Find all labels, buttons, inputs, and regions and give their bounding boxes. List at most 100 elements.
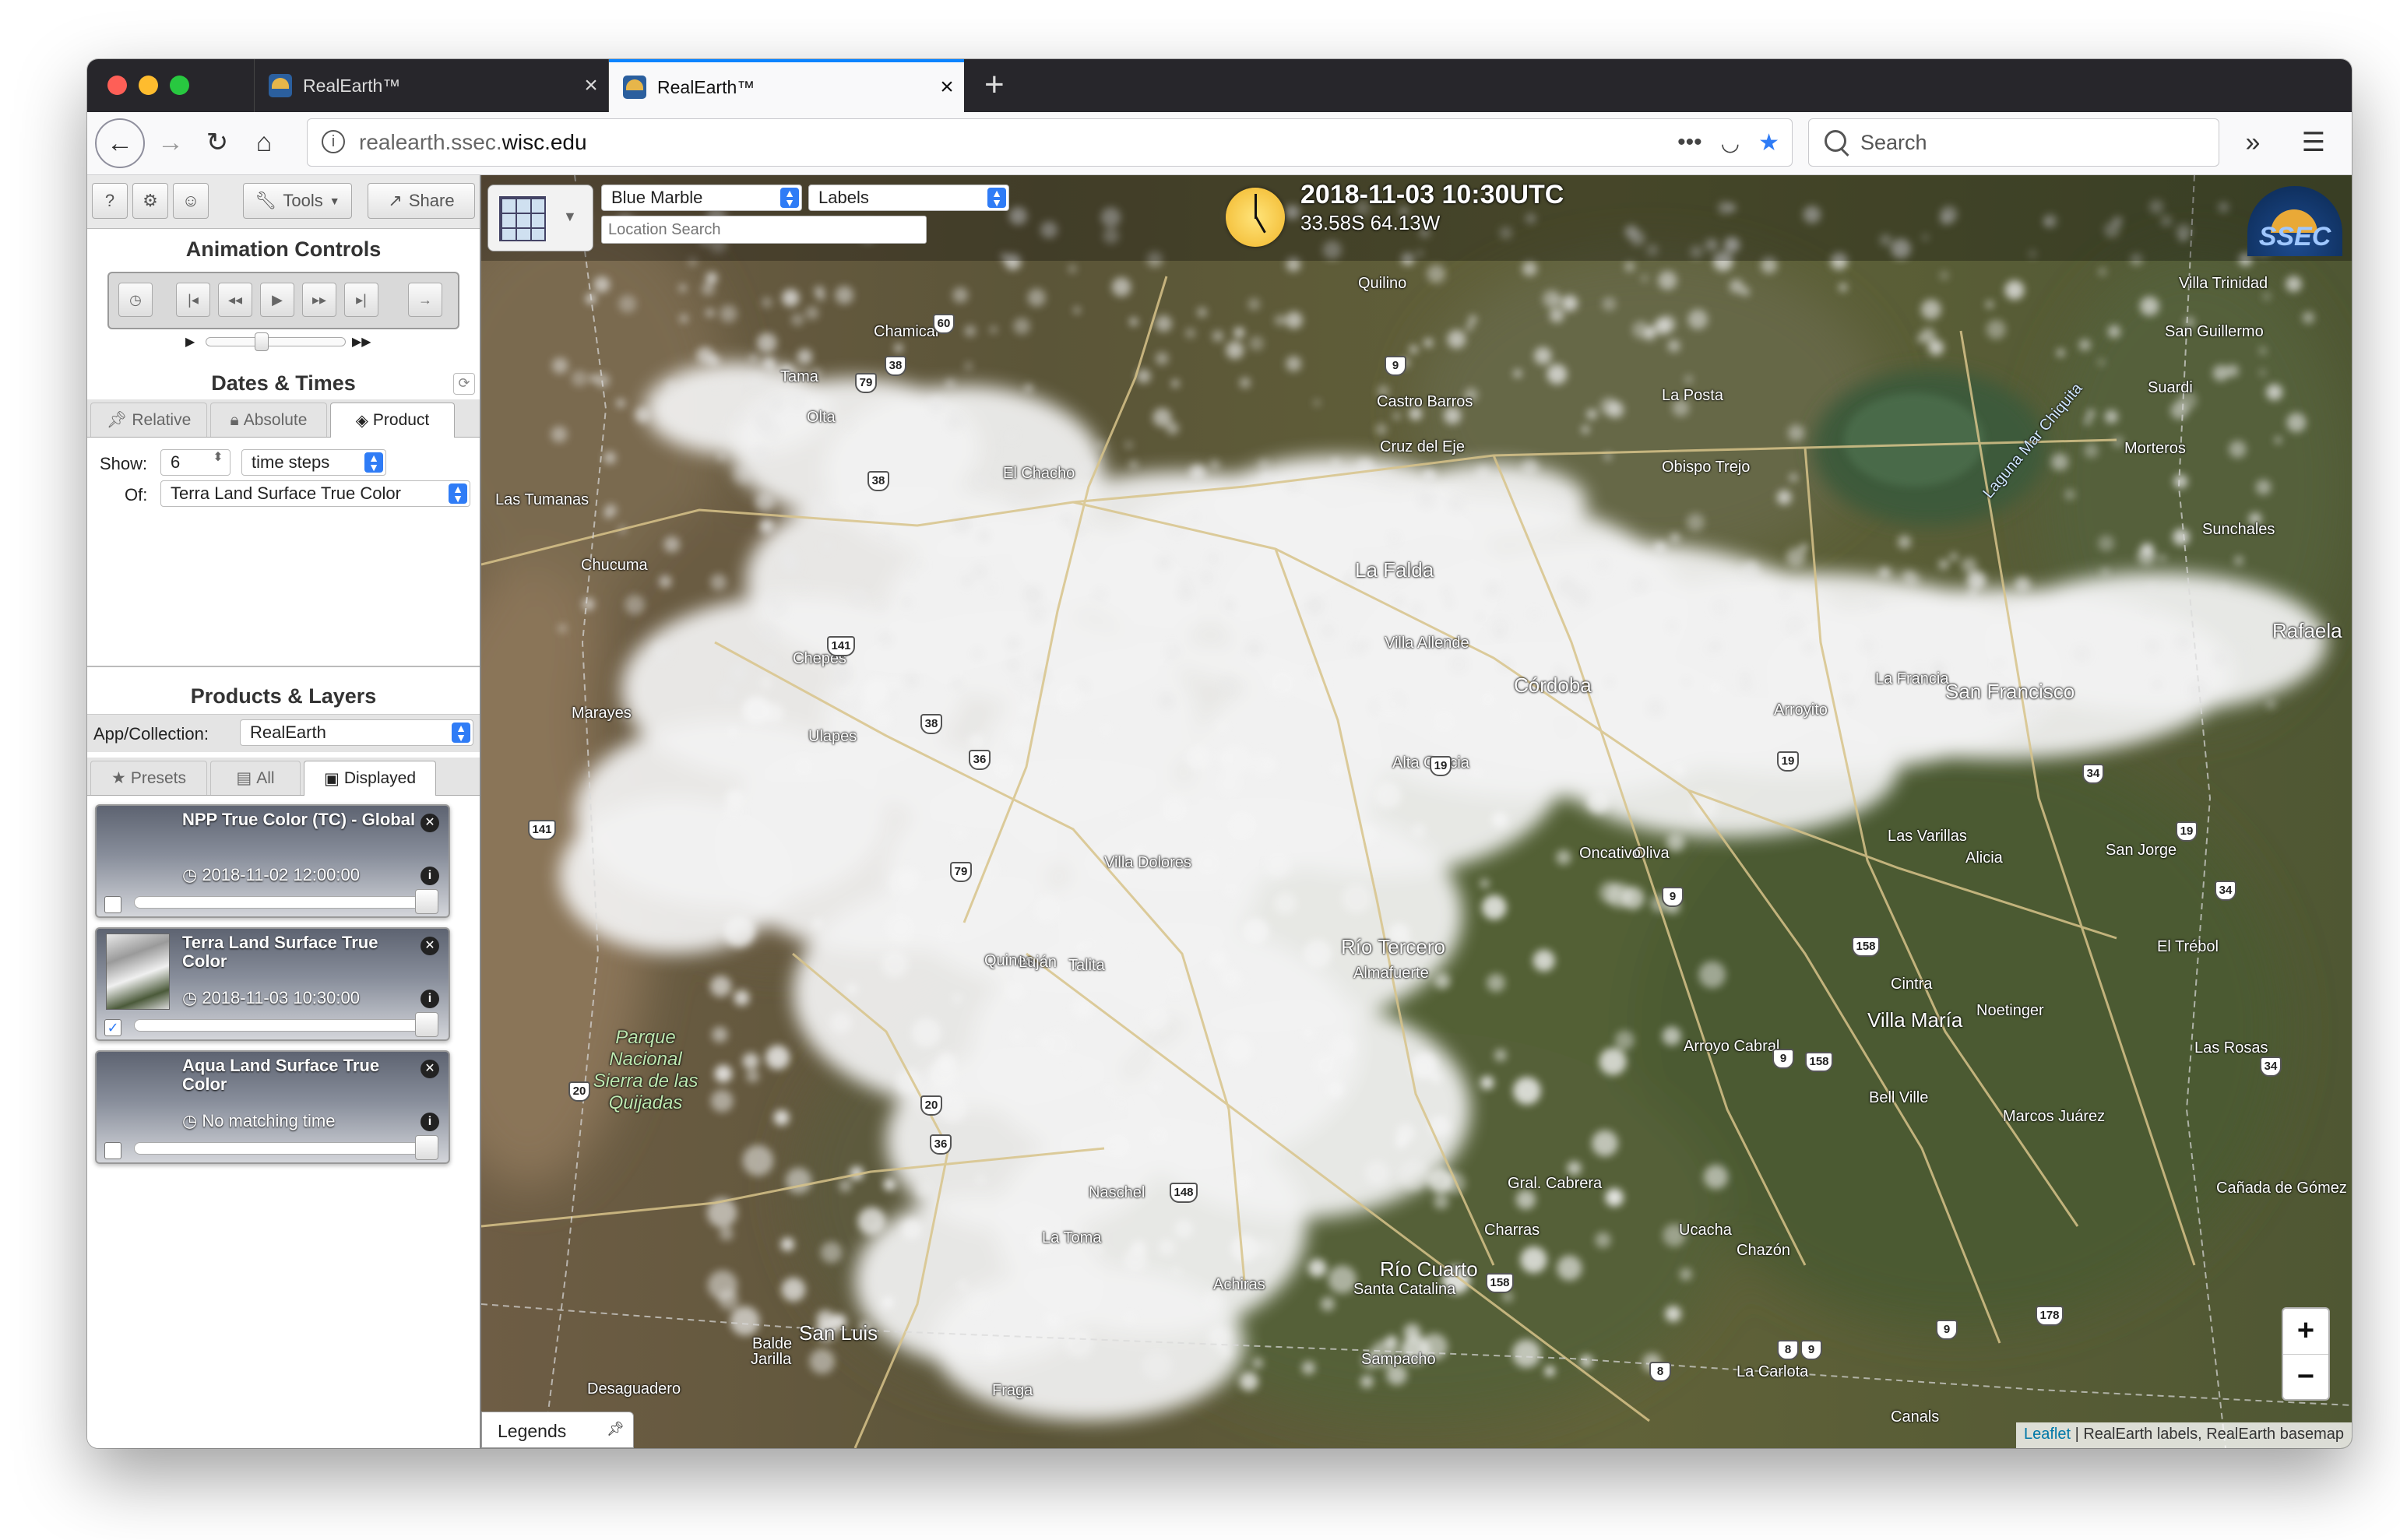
layer-visibility-checkbox[interactable] — [104, 896, 121, 913]
road-shield: 158 — [1486, 1273, 1514, 1293]
speed-slider-handle[interactable] — [254, 332, 269, 351]
map-viewport[interactable]: ▼ Blue Marble▲▼ Labels▲▼ 2018-11-03 10:3… — [481, 175, 2352, 1448]
slider-handle[interactable] — [415, 1012, 438, 1037]
zoom-window-button[interactable] — [170, 76, 189, 95]
speed-slow-icon: ▶ — [185, 336, 195, 349]
speed-slider[interactable] — [206, 332, 346, 351]
layer-opacity-slider[interactable] — [134, 1135, 438, 1160]
help-button[interactable]: ? — [92, 183, 128, 219]
stepper-icon[interactable]: ⬍ — [209, 452, 227, 473]
tab-relative[interactable]: 📌︎ Relative — [90, 403, 207, 437]
close-window-button[interactable] — [107, 76, 127, 95]
share-button[interactable]: ↗ Share — [368, 183, 475, 219]
collection-select[interactable]: RealEarth ▲ ▼ — [240, 719, 473, 746]
layer-card[interactable]: NPP True Color (TC) - Global ✕ ◷ 2018-11… — [95, 804, 450, 918]
labels-select[interactable]: Labels ▲ ▼ — [808, 185, 1009, 211]
overflow-menu-icon[interactable]: » — [2230, 120, 2275, 165]
slider-handle[interactable] — [415, 1135, 438, 1160]
tab-product[interactable]: ◈ Product — [330, 403, 455, 438]
browser-tab-1[interactable]: RealEarth™ × — [254, 59, 609, 112]
layer-visibility-checkbox[interactable]: ✓ — [104, 1019, 121, 1036]
place-label: Alicia — [1965, 849, 2003, 867]
search-placeholder: Search — [1860, 131, 1927, 154]
refresh-icon[interactable]: ⟳ — [453, 373, 475, 395]
url-text[interactable]: realearth.ssec.wisc.edu — [359, 130, 587, 155]
select-arrow-icon: ▲ ▼ — [987, 188, 1006, 208]
slider-handle[interactable] — [415, 889, 438, 914]
road-shield: 20 — [920, 1095, 942, 1116]
forward-button[interactable]: → — [148, 120, 193, 165]
place-label: Jarilla — [751, 1351, 792, 1368]
location-search-input[interactable] — [601, 216, 927, 244]
dates-tabs: 📌︎ Relative 🔒︎ Absolute ◈ Product — [87, 399, 480, 438]
tab-presets[interactable]: ★ Presets — [90, 761, 207, 795]
info-icon[interactable]: i — [322, 130, 345, 153]
account-button[interactable]: ☺ — [173, 183, 209, 219]
step-forward-button[interactable]: ▸▸ — [302, 283, 336, 317]
search-bar[interactable]: Search — [1808, 118, 2219, 167]
close-tab-icon[interactable]: × — [574, 72, 608, 99]
new-tab-button[interactable]: + — [984, 65, 1005, 104]
legends-button[interactable]: Legends 📌︎ — [481, 1412, 634, 1448]
layer-visibility-checkbox[interactable] — [104, 1142, 121, 1159]
leaflet-link[interactable]: Leaflet — [2024, 1426, 2071, 1443]
layer-info-icon[interactable]: i — [421, 990, 439, 1008]
products-layers-title: Products & Layers — [190, 684, 377, 708]
road-shield: 34 — [2082, 764, 2104, 784]
remove-layer-icon[interactable]: ✕ — [421, 1060, 439, 1078]
place-label: Sampacho — [1361, 1351, 1436, 1368]
layer-opacity-slider[interactable] — [134, 889, 438, 914]
clock-button[interactable]: ◷ — [118, 283, 153, 317]
tools-button[interactable]: 🔧︎ Tools ▼ — [243, 183, 352, 219]
realearth-favicon-icon — [623, 76, 646, 99]
loop-button[interactable]: → — [408, 283, 442, 317]
steps-unit-select[interactable]: time steps ▲ ▼ — [241, 449, 386, 476]
remove-layer-icon[interactable]: ✕ — [421, 937, 439, 955]
place-label: San Guillermo — [2165, 323, 2264, 340]
minimize-window-button[interactable] — [139, 76, 158, 95]
share-label: Share — [408, 191, 455, 210]
play-button[interactable]: ▶ — [260, 283, 294, 317]
layer-card[interactable]: Aqua Land Surface True Color ✕ ◷ No matc… — [95, 1050, 450, 1164]
browser-tab-2[interactable]: RealEarth™ × — [609, 59, 964, 112]
tab-all[interactable]: ▤ All — [210, 761, 301, 795]
road-shield: 9 — [1662, 887, 1684, 907]
tab-displayed[interactable]: ▣ Displayed — [304, 761, 436, 796]
reload-button[interactable]: ↻ — [195, 120, 240, 165]
layer-time: ◷ 2018-11-03 10:30:00 — [182, 988, 360, 1007]
close-tab-icon[interactable]: × — [930, 74, 964, 100]
lock-icon: 🔒︎ — [230, 410, 239, 429]
zoom-in-button[interactable]: + — [2283, 1309, 2328, 1355]
layer-opacity-slider[interactable] — [134, 1012, 438, 1037]
pocket-icon[interactable]: ◡ — [1721, 130, 1740, 156]
more-actions-icon[interactable]: ••• — [1677, 129, 1702, 156]
zoom-out-button[interactable]: − — [2283, 1355, 2328, 1400]
hamburger-menu-icon[interactable]: ☰ — [2291, 120, 2336, 165]
step-back-button[interactable]: ◂◂ — [218, 283, 252, 317]
search-icon — [1825, 130, 1846, 152]
product-select[interactable]: Terra Land Surface True Color ▲ ▼ — [160, 480, 470, 507]
remove-layer-icon[interactable]: ✕ — [421, 814, 439, 832]
rewind-icon: ◂◂ — [227, 291, 243, 308]
road-shield: 141 — [528, 820, 556, 840]
back-button[interactable]: ← — [95, 118, 145, 168]
first-frame-button[interactable]: |◂ — [176, 283, 210, 317]
show-count-input[interactable]: 6 ⬍ — [160, 449, 230, 476]
url-bar[interactable]: i realearth.ssec.wisc.edu ••• ◡ ★ — [307, 118, 1793, 167]
place-label: Oncativo — [1579, 845, 1641, 862]
home-icon[interactable]: ⌂ — [241, 120, 287, 165]
tab-absolute[interactable]: 🔒︎ Absolute — [210, 403, 327, 437]
road-shield: 79 — [855, 373, 877, 393]
place-label: Desaguadero — [587, 1380, 681, 1398]
bookmark-star-icon[interactable]: ★ — [1758, 129, 1779, 156]
layer-time: ◷ 2018-11-02 12:00:00 — [182, 865, 360, 884]
layer-info-icon[interactable]: i — [421, 1113, 439, 1131]
layer-card[interactable]: Terra Land Surface True Color ✕ ◷ 2018-1… — [95, 927, 450, 1041]
basemap-picker-button[interactable]: ▼ — [487, 185, 593, 251]
pin-icon[interactable]: 📌︎ — [607, 1421, 625, 1437]
last-frame-button[interactable]: ▸| — [344, 283, 378, 317]
basemap-select[interactable]: Blue Marble ▲ ▼ — [601, 185, 802, 211]
layer-info-icon[interactable]: i — [421, 867, 439, 885]
clock-icon: ◷ — [182, 1111, 202, 1130]
settings-button[interactable]: ⚙ — [132, 183, 168, 219]
